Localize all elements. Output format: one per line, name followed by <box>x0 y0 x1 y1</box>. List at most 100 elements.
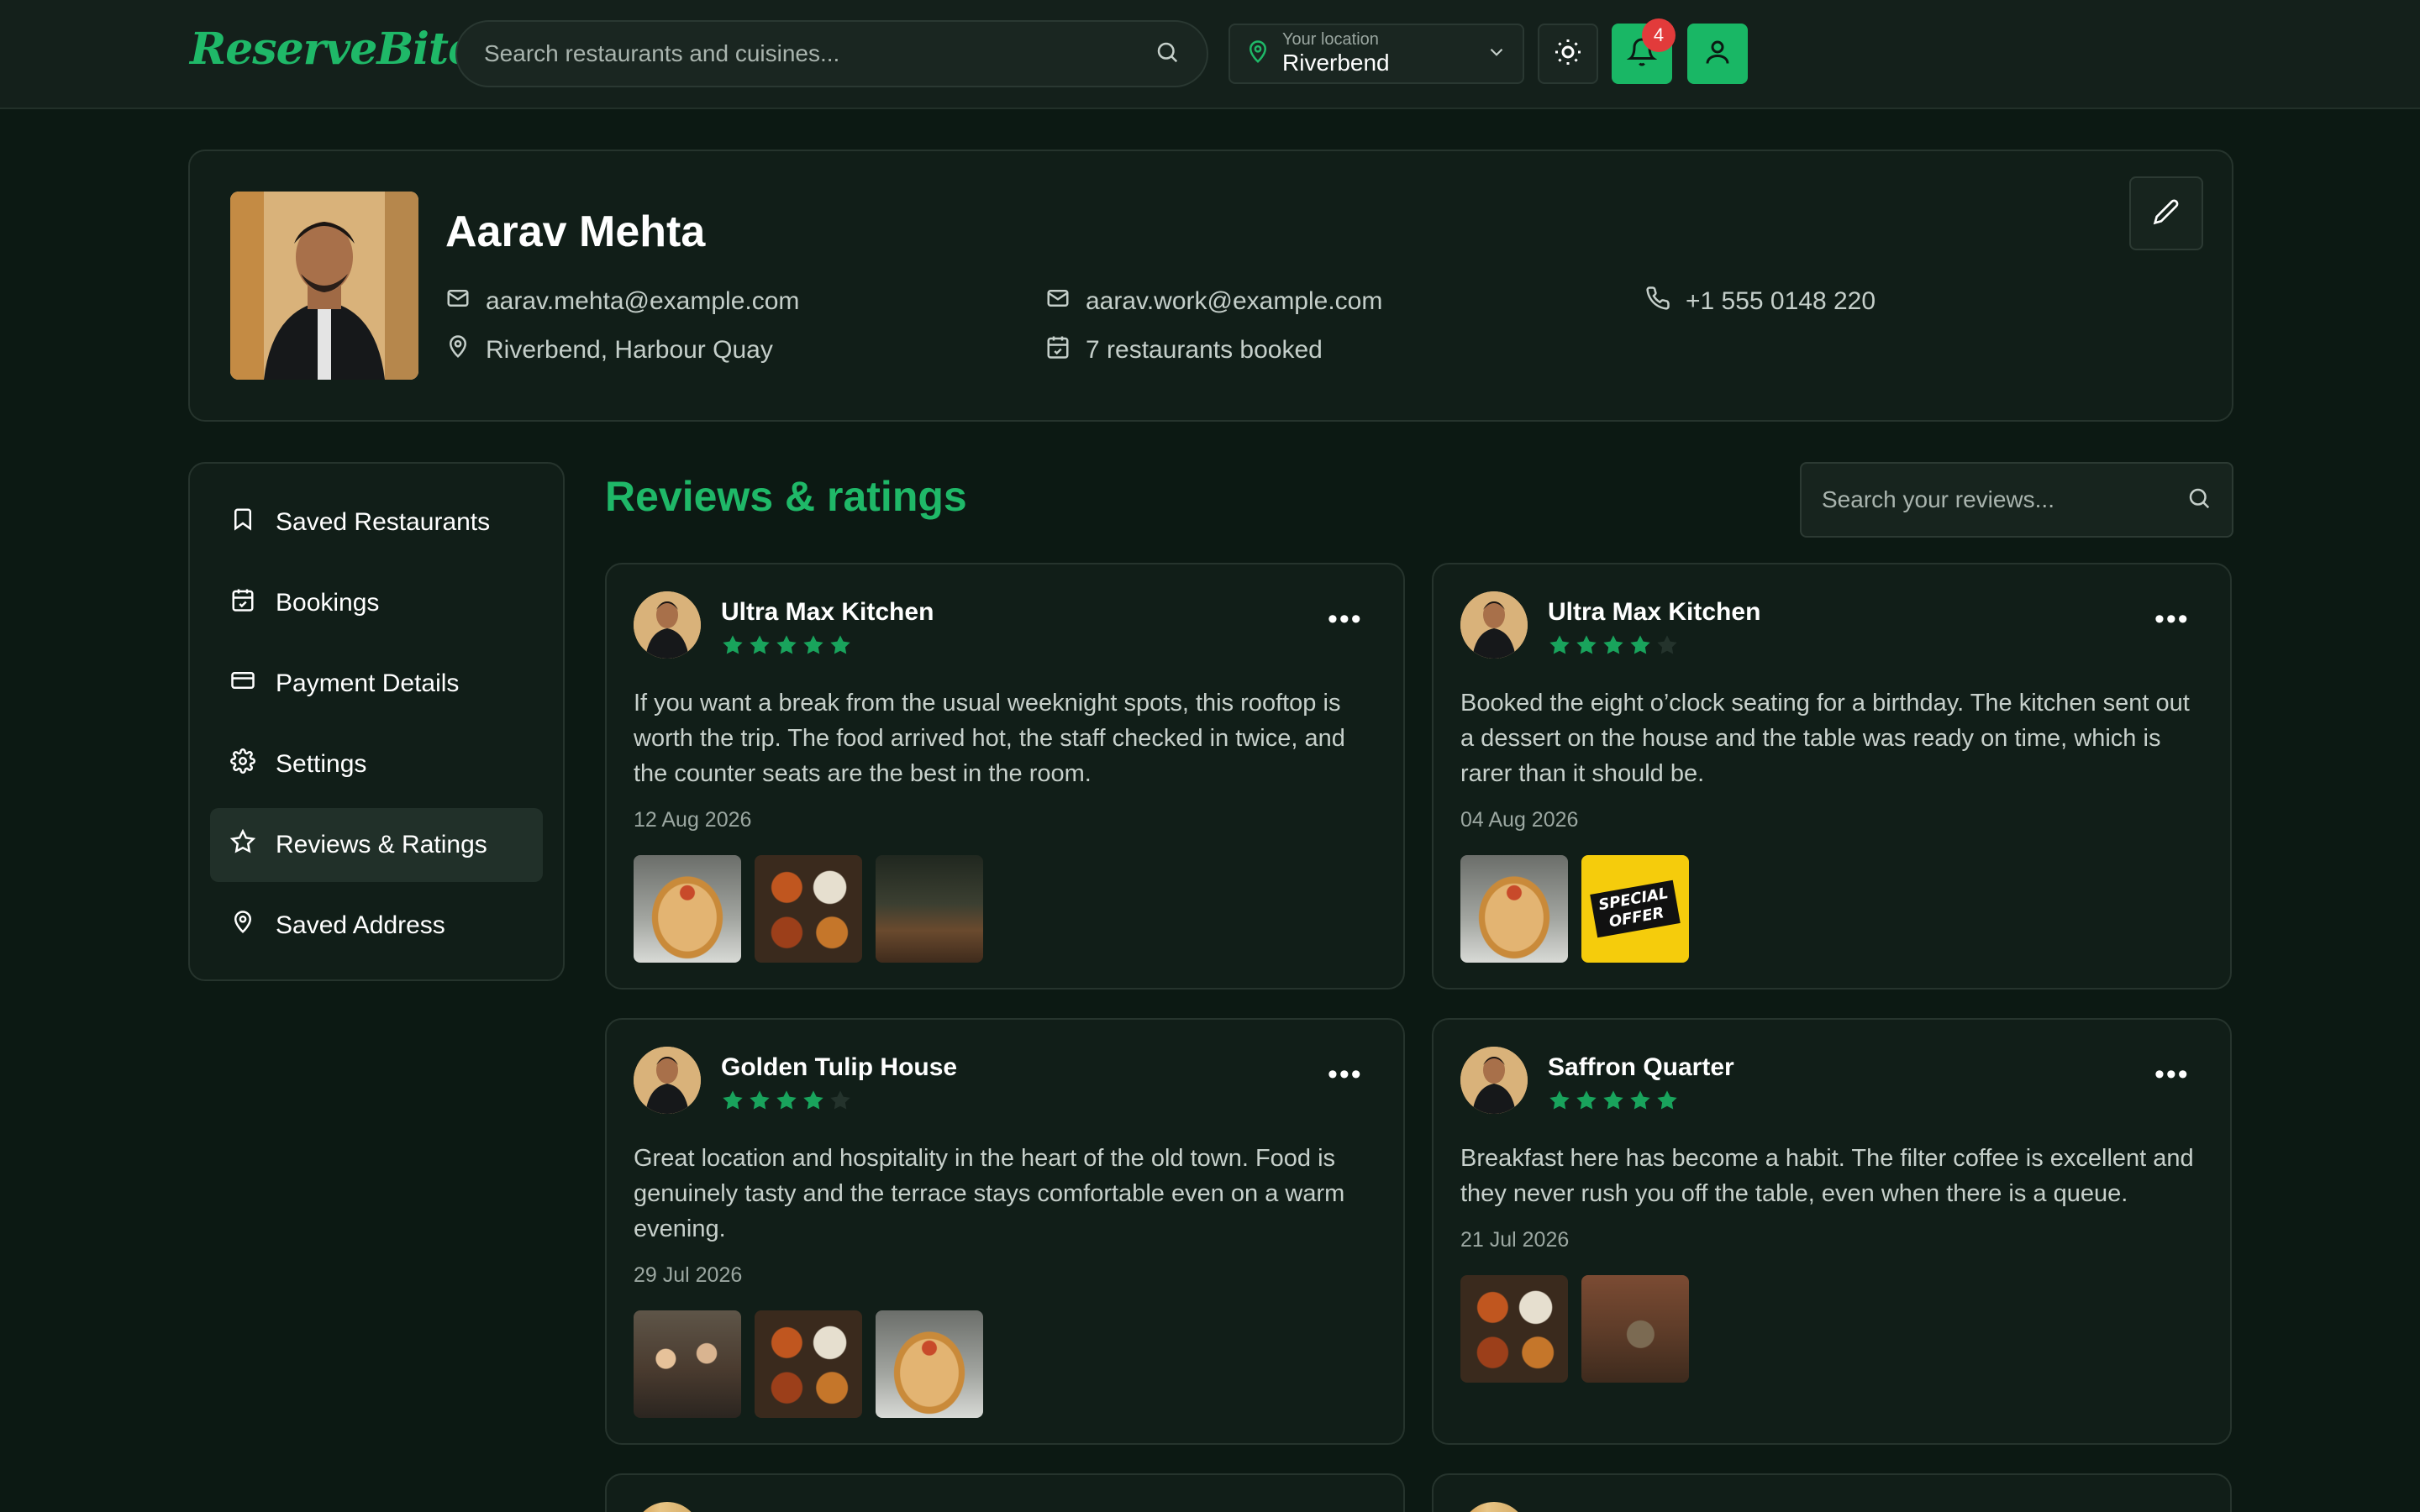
reviews-search-input[interactable]: Search your reviews... <box>1822 486 2186 513</box>
bookmark-icon <box>230 507 276 538</box>
review-photo-bar[interactable] <box>876 855 983 963</box>
review-photo-pancake[interactable] <box>1460 855 1568 963</box>
sidebar-item-label: Reviews & Ratings <box>276 831 487 858</box>
sidebar-item-label: Settings <box>276 750 367 778</box>
sidebar-item-bookings[interactable]: Bookings <box>210 566 543 640</box>
reviewer-avatar <box>1460 1502 1528 1512</box>
star-filled-icon <box>723 635 743 654</box>
review-photos: SPECIAL OFFER <box>1460 855 1689 963</box>
star-filled-icon <box>1657 1090 1677 1110</box>
sidebar-item-label: Saved Restaurants <box>276 508 491 536</box>
review-rating <box>721 633 852 657</box>
sidebar-item-label: Bookings <box>276 589 380 617</box>
review-photo-special-offer[interactable]: SPECIAL OFFER <box>1581 855 1689 963</box>
star-empty-icon <box>830 1090 850 1110</box>
sidebar-item-reviews-ratings[interactable]: Reviews & Ratings <box>210 808 543 882</box>
logo[interactable]: ReserveBite <box>190 24 476 75</box>
sun-icon <box>1553 37 1583 71</box>
review-rating <box>721 1089 852 1112</box>
calendar-check-icon <box>230 587 276 619</box>
sidebar-item-settings[interactable]: Settings <box>210 727 543 801</box>
theme-toggle-button[interactable] <box>1538 24 1598 84</box>
more-options-button[interactable]: ••• <box>1328 1058 1363 1091</box>
sidebar-item-payment-details[interactable]: Payment Details <box>210 647 543 721</box>
star-filled-icon <box>1603 1090 1623 1110</box>
credit-card-icon <box>230 668 276 700</box>
sidebar-item-saved-restaurants[interactable]: Saved Restaurants <box>210 486 543 559</box>
review-card <box>1432 1473 2232 1512</box>
review-date: 04 Aug 2026 <box>1460 808 1579 832</box>
review-photo-cafe[interactable] <box>1581 1275 1689 1383</box>
review-photo-pancake[interactable] <box>876 1310 983 1418</box>
review-card: Saffron Quarter ••• Breakfast here has b… <box>1432 1018 2232 1445</box>
profile-name: Aarav Mehta <box>445 207 706 256</box>
more-options-button[interactable]: ••• <box>2154 603 2190 636</box>
star-filled-icon <box>1549 635 1570 654</box>
review-photo-curry[interactable] <box>755 855 862 963</box>
review-card: Ultra Max Kitchen ••• Booked the eight o… <box>1432 563 2232 990</box>
reviewer-avatar <box>1460 1047 1528 1114</box>
page-title: Reviews & ratings <box>605 473 967 520</box>
star-filled-icon <box>750 1090 770 1110</box>
reviews-search-bar[interactable]: Search your reviews... <box>1800 462 2233 538</box>
review-photo-people[interactable] <box>634 1310 741 1418</box>
more-options-button[interactable]: ••• <box>2154 1058 2190 1091</box>
star-filled-icon <box>1576 635 1597 654</box>
map-pin-icon <box>1245 39 1270 69</box>
review-restaurant-name[interactable]: Golden Tulip House <box>721 1053 957 1082</box>
gear-icon <box>230 748 276 780</box>
location-selector[interactable]: Your location Riverbend <box>1228 24 1524 84</box>
sidebar-item-saved-address[interactable]: Saved Address <box>210 889 543 963</box>
review-date: 12 Aug 2026 <box>634 808 752 832</box>
user-icon <box>1702 37 1733 71</box>
review-photo-curry[interactable] <box>755 1310 862 1418</box>
review-restaurant-name[interactable]: Saffron Quarter <box>1548 1053 1734 1082</box>
star-icon <box>229 828 276 861</box>
star-filled-icon <box>803 635 823 654</box>
review-text: Great location and hospitality in the he… <box>634 1145 1345 1242</box>
reviewer-avatar <box>1460 591 1528 659</box>
reviewer-avatar <box>634 1502 701 1512</box>
review-text: Booked the eight o’clock seating for a b… <box>1460 690 2190 787</box>
star-filled-icon <box>803 1090 823 1110</box>
review-photo-pancake[interactable] <box>634 855 741 963</box>
more-options-button[interactable]: ••• <box>1328 603 1363 636</box>
notification-badge: 4 <box>1642 18 1676 52</box>
special-offer-label: SPECIAL OFFER <box>1590 879 1681 938</box>
profile-address: Riverbend, Harbour Quay <box>445 334 773 366</box>
reviewer-avatar <box>634 591 701 659</box>
review-restaurant-name[interactable]: Ultra Max Kitchen <box>721 598 934 627</box>
star-filled-icon <box>723 1090 743 1110</box>
profile-work-email: aarav.work@example.com <box>1045 286 1382 318</box>
star-filled-icon <box>830 635 850 654</box>
review-photo-curry[interactable] <box>1460 1275 1568 1383</box>
search-icon[interactable] <box>1155 39 1180 69</box>
reviewer-avatar <box>634 1047 701 1114</box>
search-icon[interactable] <box>2186 486 2212 515</box>
review-restaurant-name[interactable]: Ultra Max Kitchen <box>1548 598 1760 627</box>
edit-profile-button[interactable] <box>2129 176 2203 250</box>
review-text: Breakfast here has become a habit. The f… <box>1460 1145 2194 1207</box>
review-date: 29 Jul 2026 <box>634 1263 743 1287</box>
review-text: If you want a break from the usual weekn… <box>634 690 1345 787</box>
star-filled-icon <box>1576 1090 1597 1110</box>
location-label: Your location <box>1282 30 1379 49</box>
review-photos <box>1460 1275 1689 1383</box>
star-filled-icon <box>1603 635 1623 654</box>
star-filled-icon <box>1549 1090 1570 1110</box>
profile-avatar <box>230 192 418 380</box>
review-rating <box>1548 1089 1679 1112</box>
profile-button[interactable] <box>1687 24 1748 84</box>
sidebar-item-label: Payment Details <box>276 669 460 697</box>
star-empty-icon <box>1657 635 1677 654</box>
chevron-down-icon <box>1486 41 1507 67</box>
sidebar-item-label: Saved Address <box>276 911 445 939</box>
map-pin-icon <box>230 910 276 942</box>
profile-phone: +1 555 0148 220 <box>1645 286 1876 318</box>
review-date: 21 Jul 2026 <box>1460 1228 1570 1252</box>
review-rating <box>1548 633 1679 657</box>
review-card <box>605 1473 1405 1512</box>
review-photos <box>634 855 983 963</box>
search-input[interactable]: Search restaurants and cuisines... <box>484 40 1155 67</box>
search-bar[interactable]: Search restaurants and cuisines... <box>455 20 1208 87</box>
